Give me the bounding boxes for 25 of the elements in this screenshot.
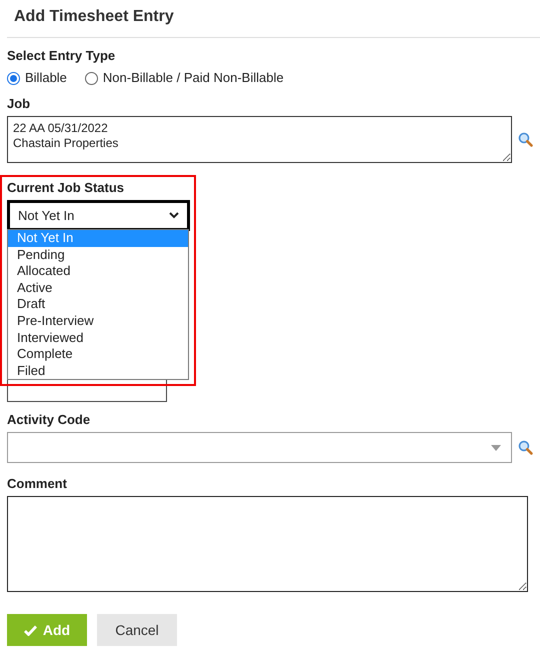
dropdown-option[interactable]: Active xyxy=(8,280,188,296)
dropdown-option[interactable]: Interviewed xyxy=(8,330,188,346)
cancel-button[interactable]: Cancel xyxy=(97,614,177,646)
radio-option[interactable]: Non-Billable / Paid Non-Billable xyxy=(84,68,284,88)
check-icon xyxy=(24,624,37,636)
chevron-down-icon xyxy=(169,212,179,219)
dropdown-option[interactable]: Pre-Interview xyxy=(8,312,188,330)
field-label: Job xyxy=(7,95,32,113)
comment-field[interactable] xyxy=(7,496,528,592)
field-label: Current Job Status xyxy=(7,180,126,196)
activity-code-select[interactable] xyxy=(7,432,512,463)
dropdown-option[interactable]: Pending xyxy=(8,246,188,264)
dropdown-option[interactable]: Filed xyxy=(8,362,188,380)
search-icon[interactable] xyxy=(518,132,533,147)
field-label: Select Entry Type xyxy=(7,47,116,65)
caret-down-icon xyxy=(491,444,502,450)
dropdown-option[interactable]: Complete xyxy=(8,346,188,363)
search-icon[interactable] xyxy=(518,440,533,455)
job-field[interactable]: 22 AA 05/31/2022 Chastain Properties xyxy=(7,116,512,163)
radio-option[interactable]: Billable xyxy=(7,68,67,88)
field-label: Comment xyxy=(7,475,68,493)
dialog-title: Add Timesheet Entry xyxy=(14,7,175,27)
dropdown-option[interactable]: Draft xyxy=(8,296,188,313)
dropdown-option[interactable]: Allocated xyxy=(8,263,188,280)
field-label: Activity Code xyxy=(7,411,92,429)
